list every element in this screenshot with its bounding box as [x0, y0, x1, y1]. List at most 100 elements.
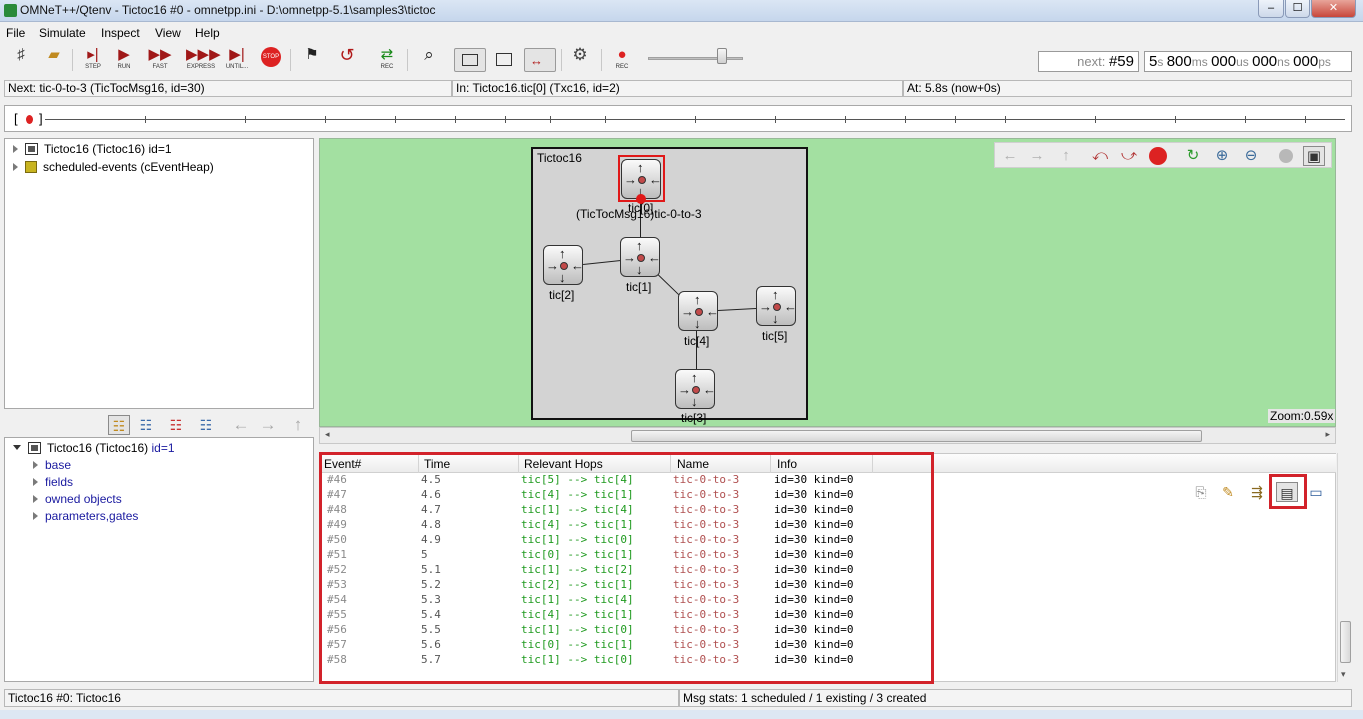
- inspector-group-parameters-gates[interactable]: parameters,gates: [33, 508, 138, 525]
- menu-simulate[interactable]: Simulate: [39, 26, 86, 40]
- arrow-down-icon: ↓: [691, 394, 698, 409]
- timeline[interactable]: [ ]: [4, 105, 1352, 132]
- unit-ps: ps: [1318, 55, 1331, 69]
- node-label-tic4: tic[4]: [684, 334, 710, 348]
- new-network-button[interactable]: ♯: [8, 47, 34, 73]
- layers-button[interactable]: [1275, 146, 1297, 166]
- record-video-button[interactable]: ● REC: [609, 47, 635, 73]
- inspector-root[interactable]: Tictoc16 (Tictoc16) id=1: [13, 440, 175, 457]
- expand-arrow-icon[interactable]: [33, 461, 38, 469]
- animation-speed-up-button[interactable]: ⤻: [1118, 146, 1140, 166]
- arrow-right-icon: →: [1029, 147, 1045, 164]
- express-label: EXPRESS: [186, 64, 216, 70]
- layout-horizontal-toggle[interactable]: [454, 48, 486, 72]
- layout-vertical-toggle[interactable]: [491, 47, 517, 73]
- fast-animation-icon: ⤻: [1120, 147, 1138, 164]
- arrow-up-icon: ↑: [694, 292, 701, 307]
- speed-slider-handle[interactable]: [717, 48, 727, 64]
- finish-button[interactable]: ⚑: [299, 47, 325, 73]
- log-vertical-scrollbar[interactable]: ▾: [1337, 453, 1352, 682]
- inspector-group-owned-objects[interactable]: owned objects: [33, 491, 122, 508]
- stop-button[interactable]: STOP: [258, 47, 284, 73]
- scroll-down-icon[interactable]: ▾: [1341, 669, 1346, 680]
- tree-item-scheduled-events[interactable]: scheduled-events (cEventHeap): [13, 159, 214, 176]
- children-view-button[interactable]: ☷: [165, 415, 187, 435]
- message-marker[interactable]: [636, 194, 646, 204]
- network-horizontal-scrollbar[interactable]: ◂ ▸: [319, 427, 1336, 444]
- network-vertical-scrollbar[interactable]: [1337, 138, 1352, 444]
- relayout-button[interactable]: ↻: [1182, 146, 1204, 166]
- net-forward-button[interactable]: →: [1026, 146, 1048, 166]
- fast-button[interactable]: ▶▶ FAST: [147, 47, 173, 73]
- step-button[interactable]: ▸| STEP: [80, 47, 106, 73]
- zoom-out-button[interactable]: ⊖: [1240, 146, 1262, 166]
- net-parent-button[interactable]: ↑: [1055, 146, 1077, 166]
- menu-file[interactable]: File: [6, 26, 25, 40]
- zoom-in-button[interactable]: ⊕: [1211, 146, 1233, 166]
- load-ned-button[interactable]: ▰: [41, 47, 67, 73]
- express-button[interactable]: ▶▶▶ EXPRESS: [186, 47, 221, 73]
- node-tic3[interactable]: ↑ ↓ → ←: [675, 369, 716, 409]
- node-tic2[interactable]: ↑ ↓ → ←: [543, 245, 584, 285]
- scroll-right-icon[interactable]: ▸: [1325, 429, 1330, 440]
- timeline-toggle[interactable]: ↔: [524, 48, 556, 72]
- root-id: id=1: [151, 441, 175, 455]
- children-tree-icon: ☷: [169, 417, 183, 433]
- close-button[interactable]: ✕: [1311, 0, 1356, 18]
- flat-view-button[interactable]: ☷: [135, 415, 157, 435]
- grouped-view-button[interactable]: ☷: [108, 415, 130, 435]
- animation-speed-down-button[interactable]: ⤺: [1089, 146, 1111, 166]
- folder-icon: ▰: [48, 46, 60, 63]
- log-mode-toggle[interactable]: ▭: [1305, 482, 1327, 502]
- speed-slider-track[interactable]: [648, 57, 743, 60]
- menu-help[interactable]: Help: [195, 26, 220, 40]
- record-eventlog-button[interactable]: ⇄ REC: [374, 47, 400, 73]
- filter-button[interactable]: ⇶: [1246, 482, 1268, 502]
- arrow-down-icon: ↓: [694, 316, 701, 331]
- node-center-dot: [560, 262, 568, 270]
- stop-animation-button[interactable]: [1147, 146, 1169, 166]
- object-tree[interactable]: Tictoc16 (Tictoc16) id=1 scheduled-event…: [4, 138, 314, 409]
- collapse-arrow-icon[interactable]: [13, 445, 21, 450]
- arrow-down-icon: ↓: [636, 262, 643, 277]
- parent-button[interactable]: ↑: [287, 415, 309, 435]
- find-button[interactable]: ⌕: [416, 46, 442, 73]
- network-canvas[interactable]: [319, 138, 1336, 427]
- inspector-group-base[interactable]: base: [33, 457, 71, 474]
- scrollbar-thumb[interactable]: [631, 430, 1202, 442]
- find-text-button[interactable]: ✎: [1217, 482, 1239, 502]
- expand-arrow-icon[interactable]: [33, 478, 38, 486]
- graphical-mode-toggle[interactable]: ▣: [1303, 146, 1325, 166]
- menu-inspect[interactable]: Inspect: [101, 26, 140, 40]
- minimize-button[interactable]: –: [1258, 0, 1284, 18]
- expand-arrow-icon[interactable]: [33, 512, 38, 520]
- inheritance-view-button[interactable]: ☷: [195, 415, 217, 435]
- arrow-right-icon: →: [623, 250, 636, 265]
- node-tic5[interactable]: ↑ ↓ → ←: [756, 286, 797, 326]
- net-back-button[interactable]: ←: [999, 146, 1021, 166]
- node-tic1[interactable]: ↑ ↓ → ←: [620, 237, 661, 277]
- time-ns: 000: [1252, 53, 1278, 70]
- tree-item-network[interactable]: Tictoc16 (Tictoc16) id=1: [13, 141, 172, 158]
- inspector-group-fields[interactable]: fields: [33, 474, 73, 491]
- maximize-button[interactable]: ☐: [1285, 0, 1310, 18]
- expand-arrow-icon[interactable]: [33, 495, 38, 503]
- run-button[interactable]: ▶ RUN: [111, 47, 137, 73]
- object-inspector[interactable]: Tictoc16 (Tictoc16) id=1 base fields own…: [4, 437, 314, 682]
- node-tic4[interactable]: ↑ ↓ → ←: [678, 291, 719, 331]
- arrow-up-icon: ↑: [636, 238, 643, 253]
- back-button[interactable]: ←: [230, 415, 252, 435]
- timeline-message-marker[interactable]: [26, 115, 33, 124]
- expand-arrow-icon[interactable]: [13, 163, 18, 171]
- scrollbar-thumb[interactable]: [1340, 621, 1351, 663]
- preferences-button[interactable]: ⚙: [567, 46, 593, 73]
- rec-label: REC: [380, 64, 394, 70]
- rebuild-button[interactable]: ↺: [334, 46, 360, 73]
- menu-view[interactable]: View: [155, 26, 181, 40]
- node-center-dot: [695, 308, 703, 316]
- forward-button[interactable]: →: [257, 415, 279, 435]
- scroll-left-icon[interactable]: ◂: [325, 429, 330, 440]
- copy-button[interactable]: ⎘: [1190, 482, 1212, 502]
- expand-arrow-icon[interactable]: [13, 145, 18, 153]
- until-button[interactable]: ▶| UNTIL...: [222, 47, 252, 73]
